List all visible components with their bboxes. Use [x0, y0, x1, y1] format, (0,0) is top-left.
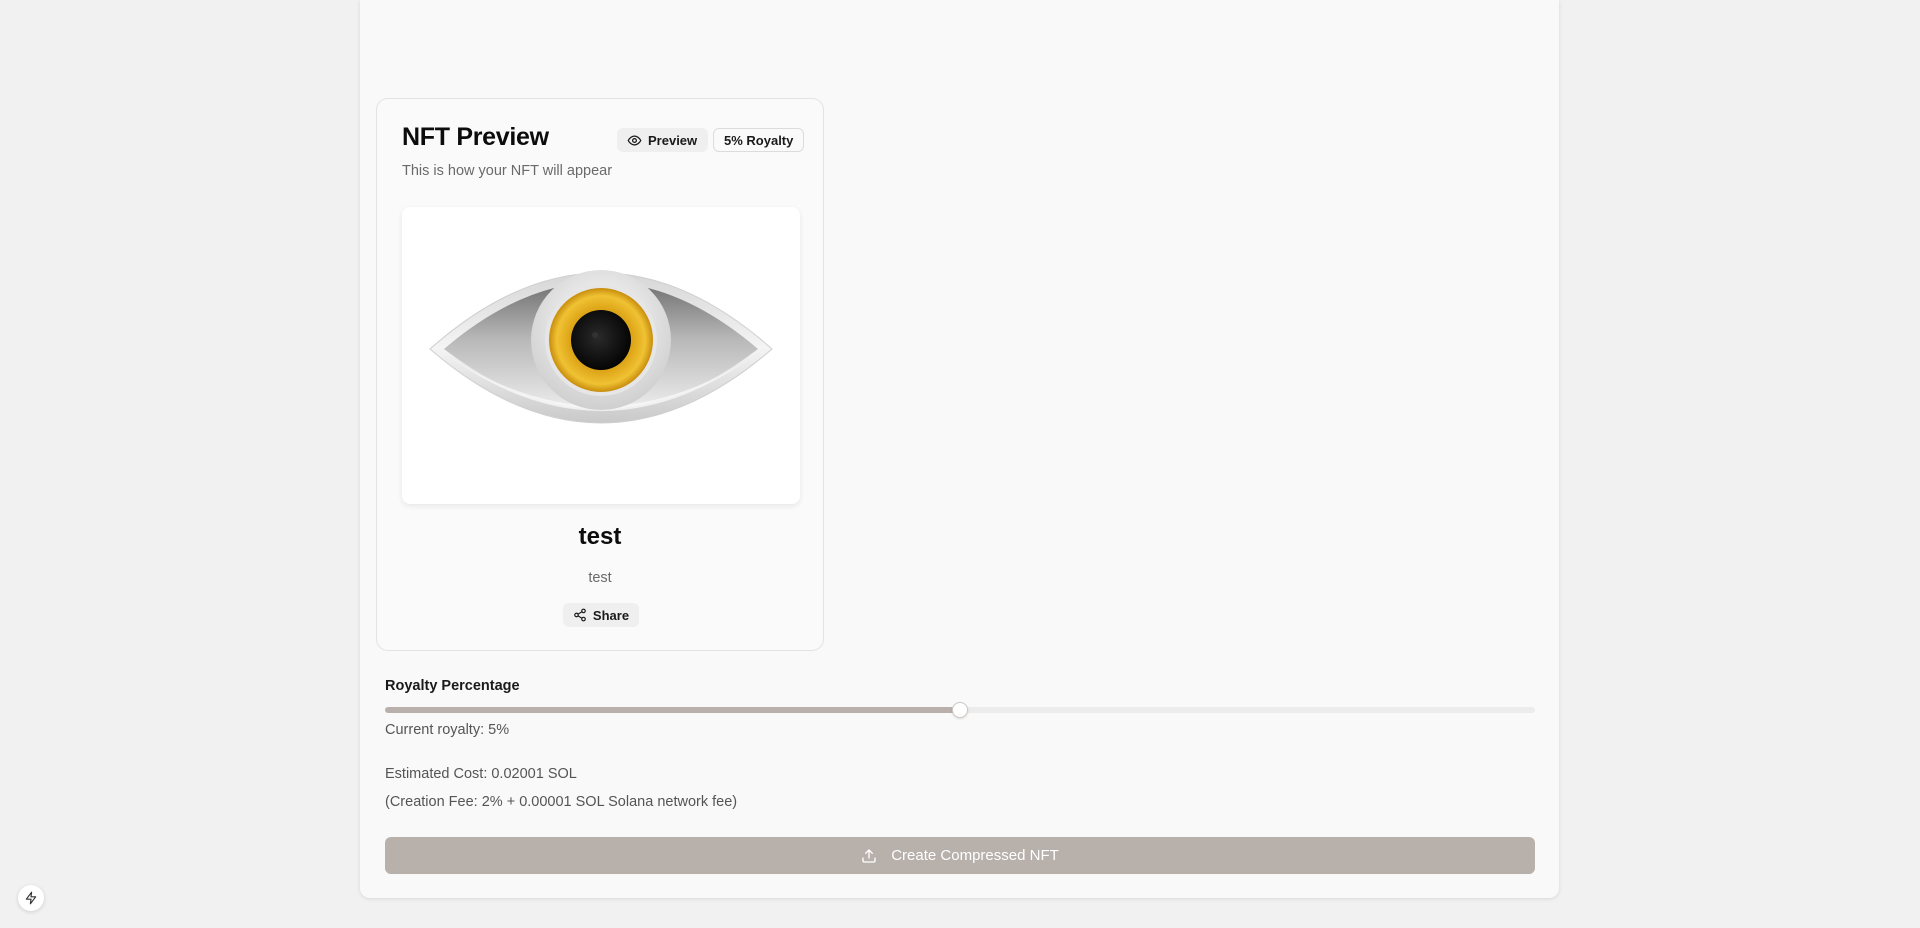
- royalty-percentage-label: Royalty Percentage: [385, 678, 520, 694]
- royalty-badge: 5% Royalty: [713, 128, 805, 152]
- estimated-cost: Estimated Cost: 0.02001 SOL: [385, 766, 577, 782]
- royalty-slider-fill: [385, 707, 960, 713]
- nft-image: [402, 207, 800, 504]
- preview-badge-label: Preview: [648, 132, 698, 148]
- eye-icon: [627, 133, 642, 148]
- nft-name: test: [578, 523, 622, 550]
- share-button[interactable]: Share: [563, 603, 639, 627]
- preview-badge: Preview: [617, 128, 709, 152]
- upload-icon: [861, 848, 877, 864]
- eye-image-icon: [429, 270, 773, 424]
- create-compressed-nft-button[interactable]: Create Compressed NFT: [385, 837, 1535, 874]
- create-button-label: Create Compressed NFT: [891, 847, 1059, 864]
- nft-preview-card: NFT Preview Preview 5% Royalty This is h…: [376, 98, 824, 651]
- current-royalty-text: Current royalty: 5%: [385, 722, 510, 738]
- lightning-icon: [24, 891, 38, 905]
- royalty-slider[interactable]: [385, 702, 1535, 718]
- royalty-slider-thumb[interactable]: [952, 702, 968, 718]
- creation-fee-note: (Creation Fee: 2% + 0.00001 SOL Solana n…: [385, 794, 738, 810]
- card-description: This is how your NFT will appear: [402, 163, 613, 179]
- share-label: Share: [592, 607, 630, 623]
- nft-description: test: [588, 570, 612, 586]
- corner-action-button[interactable]: [18, 885, 44, 911]
- share-icon: [573, 608, 587, 622]
- card-title: NFT Preview: [402, 123, 549, 151]
